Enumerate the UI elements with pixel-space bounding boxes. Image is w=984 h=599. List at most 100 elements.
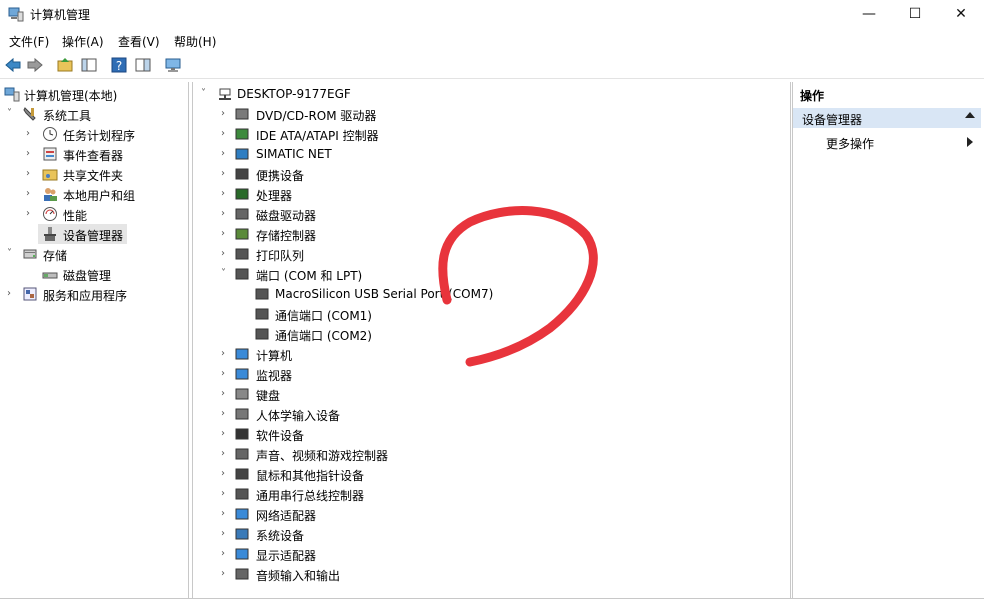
device-category-item[interactable]: › 鼠标和其他指针设备 [193,464,790,484]
chevron-right-icon[interactable]: › [221,448,231,460]
tree-item-storage[interactable]: ˅ 存储 [0,244,188,264]
chevron-right-icon[interactable]: › [221,428,231,440]
port-connector-icon [255,328,269,340]
chevron-right-icon[interactable]: › [221,188,231,200]
chevron-right-icon[interactable]: › [221,508,231,520]
device-category-item[interactable]: › 处理器 [193,184,790,204]
chevron-right-icon[interactable]: › [26,168,36,180]
tools-icon [23,107,36,121]
close-button[interactable]: ✕ [938,0,984,28]
tree-root[interactable]: 计算机管理(本地) [0,84,188,104]
tree-item-services[interactable]: › 服务和应用程序 [0,284,188,304]
chevron-right-icon[interactable]: › [221,228,231,240]
device-category-item[interactable]: › IDE ATA/ATAPI 控制器 [193,124,790,144]
tree-item-shared-folders[interactable]: › 共享文件夹 [0,164,188,184]
services-icon [23,287,37,301]
tree-item-event-viewer[interactable]: › 事件查看器 [0,144,188,164]
port-device-item[interactable]: 通信端口 (COM2) [193,324,790,344]
actions-header: 操作 [793,84,983,104]
tree-item-local-users[interactable]: › 本地用户和组 [0,184,188,204]
device-category-item[interactable]: › 通用串行总线控制器 [193,484,790,504]
port-connector-icon [255,308,269,320]
up-folder-icon[interactable] [56,56,74,74]
device-category-item[interactable]: › 打印队列 [193,244,790,264]
device-category-item[interactable]: › 计算机 [193,344,790,364]
chevron-right-icon[interactable]: › [221,248,231,260]
maximize-button[interactable]: ☐ [892,0,938,28]
chevron-right-icon[interactable]: › [221,128,231,140]
device-category-item[interactable]: › 监视器 [193,364,790,384]
device-category-item[interactable]: › 显示适配器 [193,544,790,564]
menu-help[interactable]: 帮助(H) [174,33,216,50]
port-device-item[interactable]: MacroSilicon USB Serial Port (COM7) [193,284,790,304]
device-category-item[interactable]: ˅ 端口 (COM 和 LPT) [193,264,790,284]
chevron-right-icon[interactable]: › [221,168,231,180]
chevron-right-icon[interactable]: › [221,148,231,160]
device-category-item[interactable]: › 便携设备 [193,164,790,184]
back-arrow-icon[interactable] [4,56,22,74]
show-hide-tree-icon[interactable] [80,56,98,74]
device-category-item[interactable]: › 网络适配器 [193,504,790,524]
device-category-label: 显示适配器 [256,549,317,563]
device-category-item[interactable]: › 人体学输入设备 [193,404,790,424]
chevron-right-icon[interactable]: › [221,568,231,580]
tree-item-label: 共享文件夹 [63,169,124,183]
tree-item-task-scheduler[interactable]: › 任务计划程序 [0,124,188,144]
chevron-right-icon[interactable]: › [221,368,231,380]
tree-item-label: 设备管理器 [63,229,124,243]
tree-item-label: 任务计划程序 [63,129,136,143]
chevron-down-icon[interactable]: ˅ [221,268,231,280]
chevron-right-icon[interactable]: › [221,468,231,480]
port-device-item[interactable]: 通信端口 (COM1) [193,304,790,324]
chevron-right-icon[interactable]: › [7,288,17,300]
menu-action[interactable]: 操作(A) [62,33,104,50]
chevron-right-icon[interactable]: › [26,148,36,160]
menu-view[interactable]: 查看(V) [118,33,160,50]
forward-arrow-icon[interactable] [26,56,44,74]
monitor-icon[interactable] [164,56,182,74]
device-category-item[interactable]: › DVD/CD-ROM 驱动器 [193,104,790,124]
chevron-right-icon[interactable]: › [221,548,231,560]
device-category-item[interactable]: › 声音、视频和游戏控制器 [193,444,790,464]
menu-file[interactable]: 文件(F) [9,33,49,50]
device-category-item[interactable]: › 存储控制器 [193,224,790,244]
device-category-label: 打印队列 [256,249,305,263]
chevron-right-icon[interactable]: › [221,108,231,120]
chevron-down-icon[interactable]: ˅ [7,248,17,260]
device-category-icon [235,248,249,260]
chevron-right-icon[interactable]: › [221,488,231,500]
tree-item-disk-management[interactable]: 磁盘管理 [0,264,188,284]
device-category-item[interactable]: › 音频输入和输出 [193,564,790,584]
chevron-right-icon[interactable]: › [26,188,36,200]
properties-pane-icon[interactable] [134,56,152,74]
device-category-icon [235,108,249,120]
help-icon[interactable]: ? [110,56,128,74]
device-category-icon [235,548,249,560]
chevron-right-icon[interactable]: › [221,208,231,220]
device-category-item[interactable]: › 软件设备 [193,424,790,444]
chevron-right-icon[interactable]: › [221,348,231,360]
more-actions-item[interactable]: 更多操作 [793,132,981,152]
tree-item-label: 系统工具 [43,109,92,123]
chevron-right-icon[interactable]: › [26,208,36,220]
device-category-item[interactable]: › 系统设备 [193,524,790,544]
device-tree-root[interactable]: ˅ DESKTOP-9177EGF [193,84,790,104]
device-category-icon [235,168,249,180]
chevron-down-icon[interactable]: ˅ [201,88,211,100]
device-category-item[interactable]: › 键盘 [193,384,790,404]
device-category-item[interactable]: › 磁盘驱动器 [193,204,790,224]
device-category-item[interactable]: › SIMATIC NET [193,144,790,164]
chevron-right-icon[interactable]: › [221,388,231,400]
chevron-right-icon[interactable]: › [26,128,36,140]
tree-item-system-tools[interactable]: ˅ 系统工具 [0,104,188,124]
chevron-down-icon[interactable]: ˅ [7,108,17,120]
tree-item-device-manager[interactable]: 设备管理器 [38,224,127,244]
actions-section-device-manager[interactable]: 设备管理器 [793,108,981,128]
minimize-button[interactable]: — [846,0,892,28]
chevron-right-icon[interactable]: › [221,408,231,420]
device-category-icon [235,128,249,140]
port-device-label: 通信端口 (COM1) [275,309,372,323]
chevron-right-icon[interactable]: › [221,528,231,540]
collapse-up-icon[interactable] [965,112,975,118]
tree-item-performance[interactable]: › 性能 [0,204,188,224]
